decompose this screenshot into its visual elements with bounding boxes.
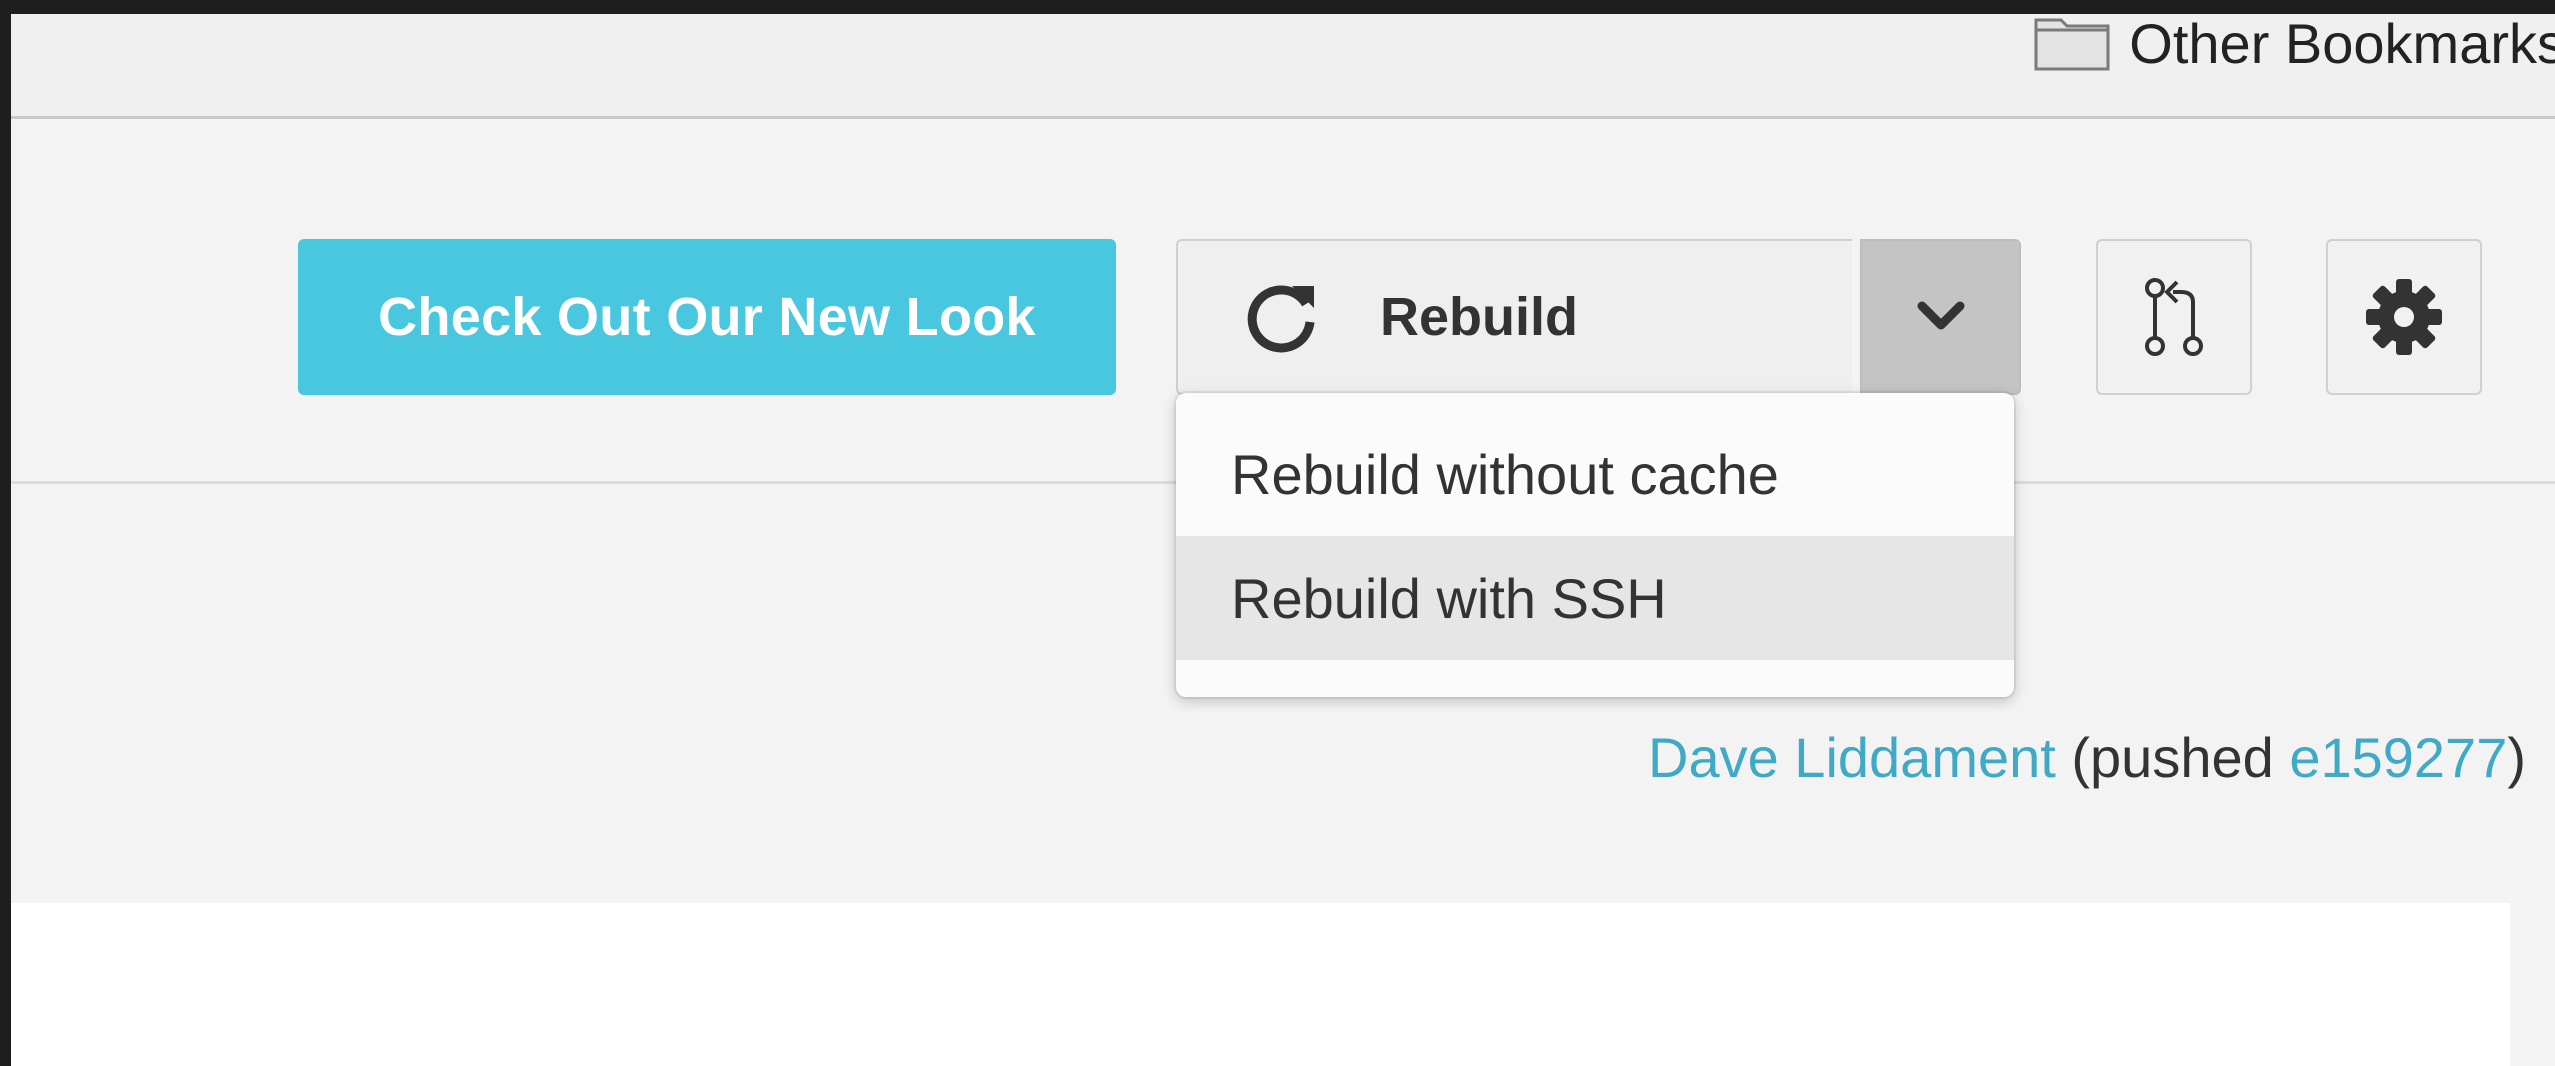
folder-icon [2033,14,2111,72]
refresh-icon [1240,276,1322,358]
new-look-button[interactable]: Check Out Our New Look [298,239,1116,395]
rebuild-options-toggle[interactable] [1860,239,2021,395]
commit-sha-link[interactable]: e159277 [2289,726,2507,789]
menu-item-label: Rebuild with SSH [1231,566,1667,630]
rebuild-split-button: Rebuild [1176,239,2021,395]
closing-paren: ) [2507,726,2526,789]
gear-icon [2364,277,2444,357]
pushed-text: (pushed [2055,726,2290,789]
chevron-down-icon [1916,300,1966,334]
pull-request-icon [2141,276,2207,358]
settings-button[interactable] [2326,239,2482,395]
other-bookmarks-label: Other Bookmarks [2129,14,2555,75]
bookmarks-bar: Other Bookmarks [11,14,2555,119]
rebuild-button[interactable]: Rebuild [1176,239,1852,395]
commit-author-line: Dave Liddament (pushed e159277) [1648,725,2526,790]
rebuild-options-menu: Rebuild without cache Rebuild with SSH [1176,393,2014,697]
rebuild-with-ssh-item[interactable]: Rebuild with SSH [1176,536,2014,660]
other-bookmarks-button[interactable]: Other Bookmarks [2033,14,2555,75]
pull-request-button[interactable] [2096,239,2252,395]
menu-item-label: Rebuild without cache [1231,442,1779,506]
content-panel [11,903,2510,1066]
author-link[interactable]: Dave Liddament [1648,726,2056,789]
rebuild-label: Rebuild [1380,287,1578,347]
browser-window: Other Bookmarks Check Out Our New Look R… [11,14,2555,1066]
rebuild-without-cache-item[interactable]: Rebuild without cache [1176,412,2014,536]
